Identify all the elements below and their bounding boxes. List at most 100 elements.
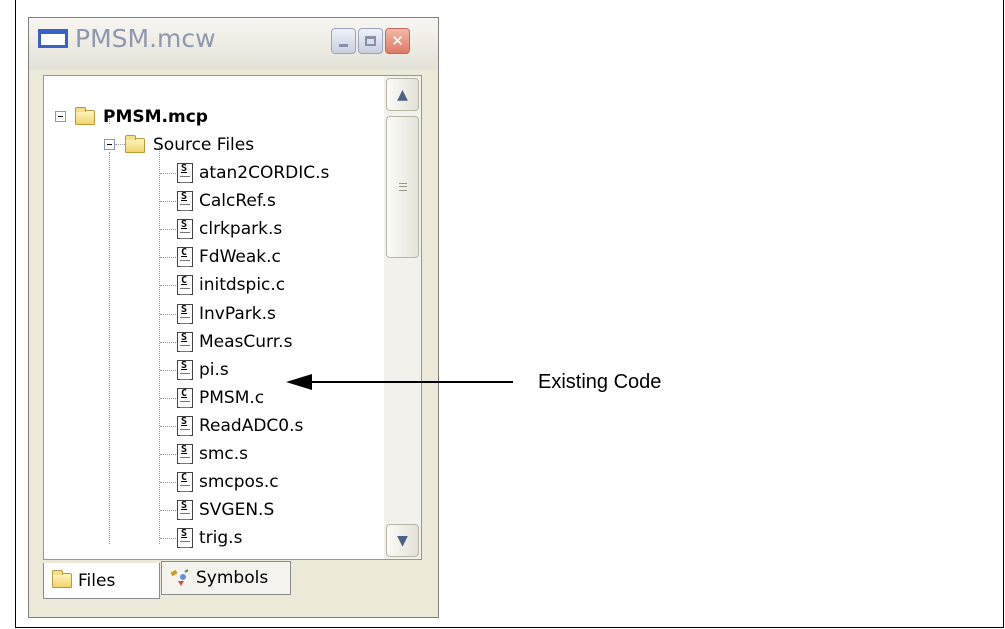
source-file-icon: C bbox=[177, 275, 193, 296]
folder-name: Source Files bbox=[153, 135, 255, 155]
tree-item-file[interactable]: Strig.s bbox=[177, 524, 242, 552]
chevron-down-icon: ▼ bbox=[397, 532, 408, 549]
project-name: PMSM.mcp bbox=[103, 107, 208, 127]
file-type-letter: C bbox=[181, 387, 188, 399]
file-name: trig.s bbox=[199, 528, 243, 549]
annotation-label: Existing Code bbox=[538, 371, 662, 393]
vertical-scrollbar[interactable]: ▲ ▼ bbox=[384, 76, 421, 559]
file-name: initdspic.c bbox=[199, 275, 286, 296]
project-tree-pane: PMSM.mcp Source Files Satan2CORDIC.s S Cal… bbox=[43, 75, 422, 560]
tab-files[interactable]: Files bbox=[43, 563, 160, 599]
tree-line bbox=[159, 146, 160, 544]
tree-item-file[interactable]: S SVGEN.S bbox=[177, 496, 274, 524]
tree-line bbox=[160, 425, 176, 427]
file-type-letter: C bbox=[181, 472, 188, 484]
tree-item-file[interactable]: Sclrkpark.s bbox=[177, 215, 282, 243]
tree-item-file[interactable]: S CalcRef.s bbox=[177, 187, 276, 215]
tree-item-file[interactable]: S InvPark.s bbox=[177, 300, 276, 328]
tab-bar: Files Symbols bbox=[43, 561, 422, 599]
file-type-letter: S bbox=[181, 359, 188, 371]
project-window: PMSM.mcw ✕ PMSM.mcp Source Files S atan2… bbox=[28, 17, 439, 618]
tree-item-file[interactable]: Cinitdspic.c bbox=[177, 271, 285, 299]
tree-line bbox=[109, 152, 110, 544]
tree-line bbox=[160, 285, 176, 287]
folder-icon bbox=[75, 106, 95, 125]
minimize-icon bbox=[339, 44, 348, 47]
file-name: InvPark.s bbox=[199, 303, 276, 324]
tree-item-file[interactable]: Ssmc.s bbox=[177, 440, 248, 468]
tree-line bbox=[160, 369, 176, 371]
tree-item-source-files[interactable]: Source Files bbox=[125, 131, 254, 159]
tree-item-project[interactable]: PMSM.mcp bbox=[75, 103, 208, 131]
file-name: ReadADC0.s bbox=[199, 415, 304, 436]
file-name: pi.s bbox=[199, 359, 229, 380]
file-type-letter: S bbox=[181, 444, 188, 455]
file-name: MeasCurr.s bbox=[199, 331, 293, 352]
file-name: PMSM.c bbox=[199, 387, 265, 408]
file-type-letter: C bbox=[181, 247, 188, 259]
annotation-arrowhead bbox=[286, 374, 312, 390]
source-file-icon: S bbox=[177, 359, 193, 380]
collapse-project-toggle[interactable] bbox=[55, 111, 66, 122]
tree-line bbox=[160, 229, 176, 231]
project-tree: PMSM.mcp Source Files Satan2CORDIC.s S Cal… bbox=[44, 76, 384, 559]
tree-line bbox=[160, 257, 176, 259]
tree-line bbox=[160, 313, 176, 315]
source-file-icon: S bbox=[177, 500, 193, 521]
source-file-icon: S bbox=[177, 219, 193, 240]
tree-line bbox=[160, 454, 176, 455]
file-type-letter: S bbox=[181, 331, 188, 343]
tree-item-file[interactable]: C FdWeak.c bbox=[177, 243, 281, 271]
scroll-down-button[interactable]: ▼ bbox=[386, 524, 419, 557]
source-file-icon: S bbox=[177, 303, 193, 324]
source-file-icon: S bbox=[177, 331, 193, 352]
file-type-letter: C bbox=[181, 275, 188, 287]
source-file-icon: S bbox=[177, 528, 193, 549]
tab-files-label: Files bbox=[78, 570, 116, 591]
symbols-icon bbox=[170, 569, 189, 586]
chevron-up-icon: ▲ bbox=[397, 86, 408, 103]
tree-line bbox=[115, 144, 125, 145]
scroll-thumb[interactable] bbox=[386, 116, 419, 258]
file-type-letter: S bbox=[181, 528, 188, 540]
tree-line bbox=[160, 510, 176, 512]
tab-symbols[interactable]: Symbols bbox=[161, 561, 291, 595]
minimize-button[interactable] bbox=[331, 28, 356, 54]
file-type-letter: S bbox=[181, 163, 188, 174]
tree-line bbox=[160, 341, 176, 343]
close-button[interactable]: ✕ bbox=[385, 28, 410, 54]
file-type-letter: S bbox=[181, 219, 188, 231]
tree-line bbox=[160, 397, 176, 399]
collapse-source-files-toggle[interactable] bbox=[104, 139, 115, 150]
tree-item-file[interactable]: Spi.s bbox=[177, 356, 229, 384]
scroll-up-button[interactable]: ▲ bbox=[386, 78, 419, 111]
tab-symbols-label: Symbols bbox=[196, 568, 269, 588]
close-icon: ✕ bbox=[391, 32, 404, 50]
source-file-icon: S bbox=[177, 444, 193, 464]
file-name: smcpos.c bbox=[199, 472, 279, 493]
tree-item-file[interactable]: Csmcpos.c bbox=[177, 468, 279, 496]
folder-icon bbox=[125, 134, 145, 153]
file-name: smc.s bbox=[199, 444, 249, 464]
file-type-letter: S bbox=[181, 415, 188, 427]
maximize-button[interactable] bbox=[358, 28, 383, 54]
file-name: FdWeak.c bbox=[199, 247, 281, 268]
file-name: clrkpark.s bbox=[199, 219, 283, 240]
file-type-letter: S bbox=[181, 191, 188, 203]
tree-line bbox=[160, 173, 176, 174]
annotation-arrow bbox=[310, 381, 513, 383]
file-type-letter: S bbox=[181, 500, 188, 512]
tree-item-file[interactable]: S MeasCurr.s bbox=[177, 328, 292, 356]
tree-item-file[interactable]: S ReadADC0.s bbox=[177, 412, 303, 440]
grip-icon bbox=[398, 183, 407, 191]
folder-icon bbox=[52, 570, 72, 588]
file-name: atan2CORDIC.s bbox=[199, 163, 330, 183]
file-type-letter: S bbox=[181, 303, 188, 315]
tree-item-file[interactable]: C PMSM.c bbox=[177, 384, 264, 412]
tree-item-file[interactable]: Satan2CORDIC.s bbox=[177, 159, 329, 187]
title-bar[interactable]: PMSM.mcw ✕ bbox=[29, 18, 438, 70]
tree-line bbox=[160, 201, 176, 203]
source-file-icon: C bbox=[177, 387, 193, 408]
tree-line bbox=[160, 482, 176, 484]
source-file-icon: S bbox=[177, 191, 193, 212]
